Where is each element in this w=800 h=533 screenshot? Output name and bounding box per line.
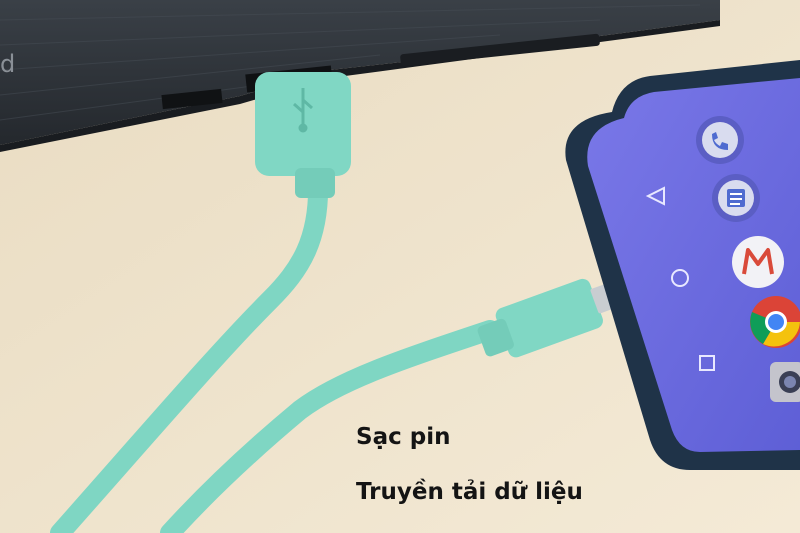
laptop-brand-text: d [0, 50, 15, 78]
caption-charging: Sạc pin [356, 424, 451, 450]
product-photo: d Sạc pin Truyền tải dữ liệu [0, 0, 800, 533]
camera-app-icon [770, 362, 800, 402]
chrome-app-icon [750, 296, 800, 348]
gmail-app-icon [732, 236, 784, 288]
caption-data-transfer: Truyền tải dữ liệu [356, 479, 583, 505]
phone-app-icon [696, 116, 744, 164]
photo-illustration: d [0, 0, 800, 533]
messages-app-icon [712, 174, 760, 222]
